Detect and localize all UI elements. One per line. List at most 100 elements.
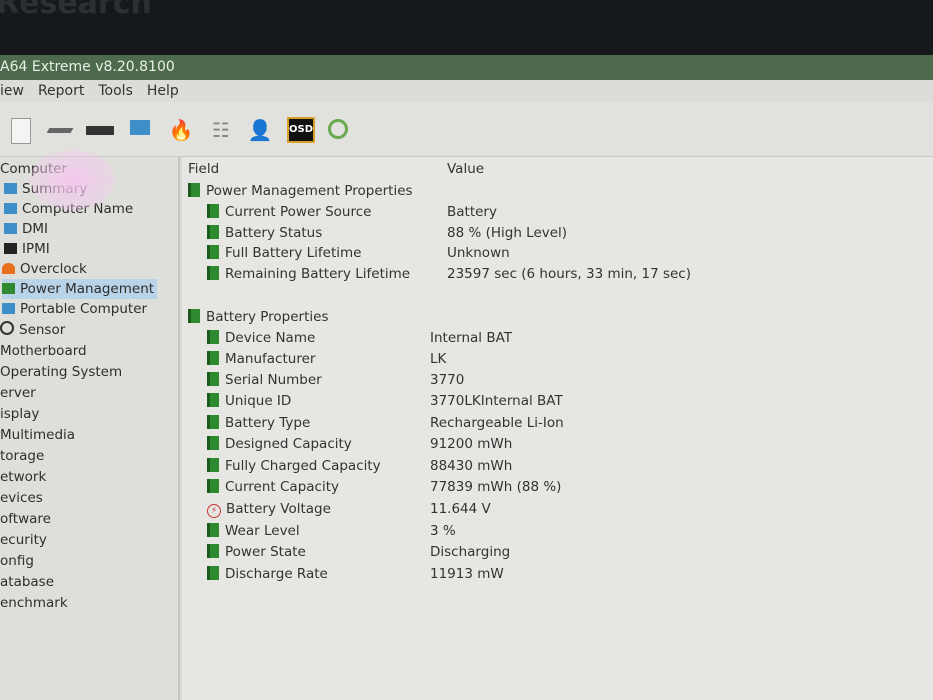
tree-item-portable-computer[interactable]: Portable Computer [2, 299, 147, 319]
table-row[interactable]: Remaining Battery Lifetime 23597 sec (6 h… [207, 264, 907, 285]
battery-icon [207, 372, 219, 386]
field-value: 11913 mW [430, 566, 504, 582]
table-row[interactable]: Manufacturer LK [207, 349, 907, 370]
table-row[interactable]: Battery Status 88 % (High Level) [207, 223, 907, 244]
battery-icon [188, 309, 200, 323]
table-row[interactable]: Unique ID 3770LKInternal BAT [207, 391, 907, 412]
memory-icon[interactable] [86, 117, 116, 143]
window-title-bar: A64 Extreme v8.20.8100 [0, 55, 933, 80]
field-value: Unknown [447, 245, 510, 261]
navigation-tree: Computer Summary Computer Name DMI IPMI … [0, 157, 180, 700]
group-header[interactable]: Battery Properties [188, 307, 328, 328]
battery-icon [207, 245, 219, 259]
menu-view[interactable]: iew [0, 83, 24, 99]
window-title: A64 Extreme v8.20.8100 [0, 59, 175, 75]
field-name: Serial Number [225, 372, 322, 388]
battery-icon [2, 283, 15, 294]
field-name: Power State [225, 544, 306, 560]
group-title: Power Management Properties [206, 183, 413, 199]
table-row[interactable]: ⚡ Battery Voltage 11.644 V [207, 499, 907, 520]
flame-icon [2, 263, 15, 274]
field-value: Internal BAT [430, 330, 513, 346]
field-name: Manufacturer [225, 351, 316, 367]
battery-icon [207, 330, 219, 344]
background-wall: Research [0, 0, 933, 55]
tree-item-network[interactable]: etwork [0, 467, 46, 487]
table-row[interactable]: Fully Charged Capacity 88430 mWh [207, 456, 907, 477]
field-name: Device Name [225, 330, 316, 346]
tree-item-server[interactable]: erver [0, 383, 36, 403]
field-value: 77839 mWh (88 %) [430, 479, 562, 495]
battery-icon [207, 458, 219, 472]
tree-item-benchmark[interactable]: enchmark [0, 593, 68, 613]
column-header-field[interactable]: Field [188, 159, 219, 180]
tree-item-overclock[interactable]: Overclock [2, 259, 87, 279]
computer-icon [4, 203, 17, 214]
battery-icon [188, 183, 200, 197]
menu-help[interactable]: Help [147, 83, 179, 99]
field-value: 88430 mWh [430, 458, 513, 474]
table-row[interactable]: Designed Capacity 91200 mWh [207, 434, 907, 455]
menu-report[interactable]: Report [38, 83, 84, 99]
laptop-icon [2, 303, 15, 314]
tree-item-devices[interactable]: evices [0, 488, 43, 508]
field-value: Rechargeable Li-Ion [430, 415, 564, 431]
table-row[interactable]: Current Power Source Battery [207, 202, 907, 223]
tree-item-sensor[interactable]: Sensor [0, 320, 65, 340]
field-name: Current Capacity [225, 479, 339, 495]
battery-icon [207, 393, 219, 407]
field-name: Battery Type [225, 415, 311, 431]
tree-item-motherboard[interactable]: Motherboard [0, 341, 87, 361]
field-name: Fully Charged Capacity [225, 458, 381, 474]
tree-item-ipmi[interactable]: IPMI [4, 239, 50, 259]
tree-item-database[interactable]: atabase [0, 572, 54, 592]
field-value: Discharging [430, 544, 511, 560]
table-row[interactable]: Current Capacity 77839 mWh (88 %) [207, 477, 907, 498]
battery-icon [207, 204, 219, 218]
table-row[interactable]: Battery Type Rechargeable Li-Ion [207, 413, 907, 434]
table-row[interactable]: Power State Discharging [207, 542, 907, 563]
gauge-icon[interactable] [328, 119, 348, 139]
field-name: Current Power Source [225, 204, 372, 220]
field-value: 3770LKInternal BAT [430, 393, 563, 409]
battery-icon [207, 436, 219, 450]
tree-item-dmi[interactable]: DMI [4, 219, 48, 239]
network-icon[interactable]: ☷ [208, 117, 234, 143]
report-icon[interactable] [8, 117, 34, 144]
tree-item-multimedia[interactable]: Multimedia [0, 425, 75, 445]
battery-icon [207, 523, 219, 537]
menu-tools[interactable]: Tools [98, 83, 133, 99]
battery-icon [207, 225, 219, 239]
user-icon[interactable]: 👤 [247, 117, 273, 143]
battery-icon [207, 544, 219, 558]
menu-bar: iew Report Tools Help [0, 80, 933, 102]
battery-icon [207, 266, 219, 280]
field-value: LK [430, 351, 447, 367]
sensor-icon [0, 321, 14, 335]
tree-item-storage[interactable]: torage [0, 446, 44, 466]
tree-item-operating-system[interactable]: Operating System [0, 362, 122, 382]
column-header-value[interactable]: Value [447, 159, 484, 180]
tree-item-power-management[interactable]: Power Management [2, 279, 158, 299]
table-row[interactable]: Wear Level 3 % [207, 521, 907, 542]
table-row[interactable]: Discharge Rate 11913 mW [207, 564, 907, 585]
field-value: 23597 sec (6 hours, 33 min, 17 sec) [447, 266, 691, 282]
table-row[interactable]: Device Name Internal BAT [207, 328, 907, 349]
tree-item-security[interactable]: ecurity [0, 530, 47, 550]
table-row[interactable]: Serial Number 3770 [207, 370, 907, 391]
table-row[interactable]: Full Battery Lifetime Unknown [207, 243, 907, 264]
tree-item-software[interactable]: oftware [0, 509, 51, 529]
field-value: 11.644 V [430, 501, 491, 517]
field-name: Unique ID [225, 393, 292, 409]
field-value: 88 % (High Level) [447, 225, 568, 241]
osd-icon[interactable]: OSD [287, 117, 315, 143]
voltage-icon: ⚡ [207, 504, 221, 518]
computer-icon[interactable] [130, 117, 156, 143]
tree-item-display[interactable]: isplay [0, 404, 39, 424]
disk-icon[interactable] [46, 117, 74, 143]
battery-icon [207, 566, 219, 580]
flame-icon[interactable]: 🔥 [168, 117, 194, 143]
toolbar: 🔥 ☷ 👤 OSD [0, 102, 933, 157]
tree-item-config[interactable]: onfig [0, 551, 34, 571]
group-header[interactable]: Power Management Properties [188, 181, 413, 202]
